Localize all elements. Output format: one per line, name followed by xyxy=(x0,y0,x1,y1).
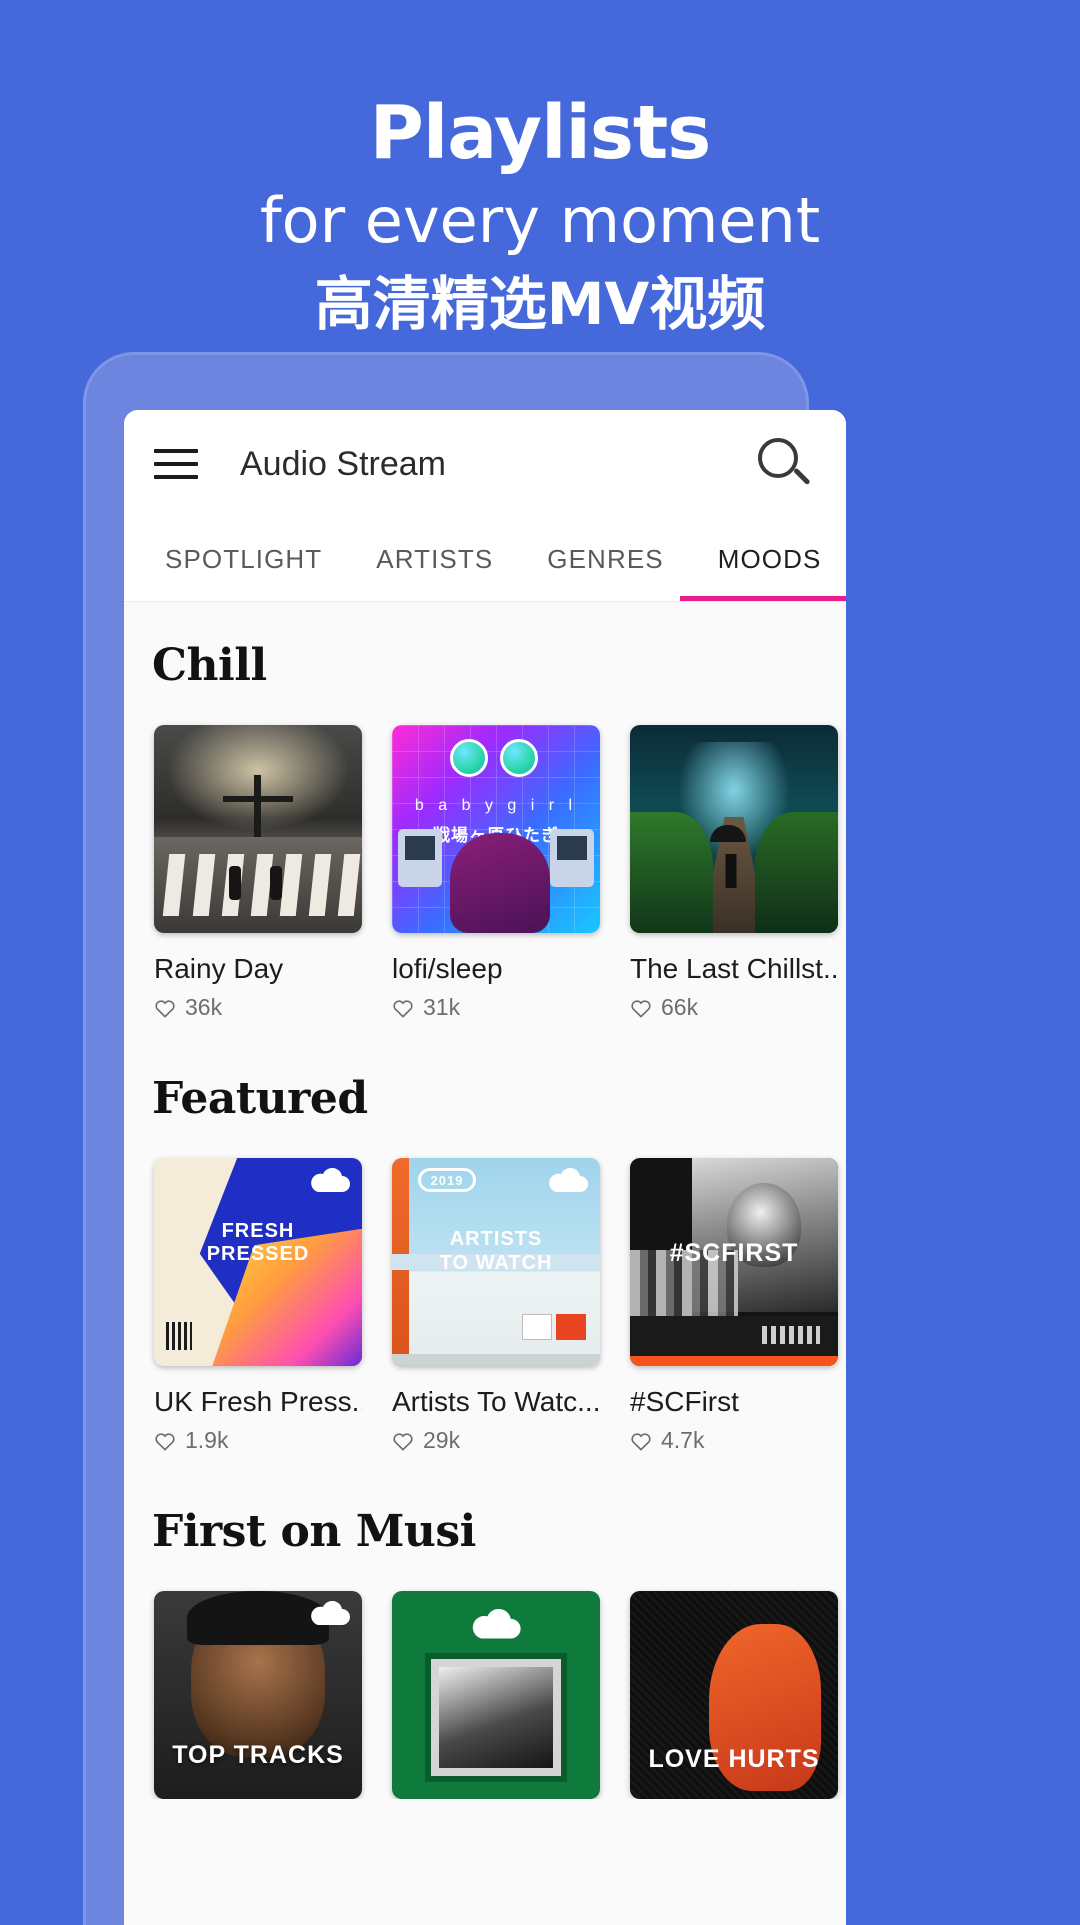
playlist-card[interactable]: TOP TRACKS xyxy=(154,1591,362,1799)
tab-bar: SPOTLIGHT ARTISTS GENRES MOODS xyxy=(124,518,846,602)
playlist-card[interactable]: FRESH PRESSED UK Fresh Press... 1.9k xyxy=(154,1158,362,1454)
playlist-card[interactable]: b a b y g i r l 戦場ヶ原ひたぎ lofi/sleep 31k xyxy=(392,725,600,1021)
playlist-likes: 1.9k xyxy=(154,1427,362,1454)
app-bar: Audio Stream xyxy=(124,410,846,518)
artwork-overlay-text: LOVE HURTS xyxy=(648,1745,820,1774)
content-scroll[interactable]: Chill Rainy Day 36k b a b y g i r l lofi… xyxy=(124,602,846,1799)
playlist-title: UK Fresh Press... xyxy=(154,1386,362,1417)
playlist-title: The Last Chillst... xyxy=(630,953,838,984)
card-row[interactable]: Rainy Day 36k b a b y g i r l lofi/sleep… xyxy=(124,691,846,1021)
tab-artists[interactable]: ARTISTS xyxy=(349,544,520,575)
artwork-overlay-text: ARTISTS TO WATCH xyxy=(439,1227,553,1274)
playlist-card[interactable]: LOVE HURTS xyxy=(630,1591,838,1799)
likes-count: 66k xyxy=(661,994,699,1020)
heart-icon xyxy=(155,1432,175,1451)
playlist-title: Artists To Watc... xyxy=(392,1386,600,1417)
likes-count: 31k xyxy=(423,994,461,1020)
promo-header: Playlists for every moment 高清精选MV视频 xyxy=(0,0,1080,339)
tab-moods[interactable]: MOODS xyxy=(691,544,846,575)
playlist-card[interactable] xyxy=(392,1591,600,1799)
search-icon[interactable] xyxy=(756,436,812,492)
section-title: First on Musi xyxy=(152,1506,476,1557)
tab-genres[interactable]: GENRES xyxy=(520,544,690,575)
playlist-artwork[interactable] xyxy=(154,725,362,933)
playlist-likes: 66k xyxy=(630,994,838,1021)
heart-icon xyxy=(155,999,175,1018)
playlist-artwork[interactable] xyxy=(392,1591,600,1799)
artwork-overlay-text: FRESH PRESSED xyxy=(206,1220,310,1266)
section-first-on-musi: First on Musi TOP TRACKS LOVE HURTS xyxy=(124,1454,846,1799)
likes-count: 36k xyxy=(185,994,223,1020)
card-row[interactable]: TOP TRACKS LOVE HURTS xyxy=(124,1557,846,1799)
playlist-artwork[interactable]: #SCFIRST xyxy=(630,1158,838,1366)
likes-count: 1.9k xyxy=(185,1427,229,1453)
soundcloud-cloud-icon xyxy=(549,1168,588,1192)
hamburger-menu-icon[interactable] xyxy=(154,449,198,479)
playlist-likes: 29k xyxy=(392,1427,600,1454)
playlist-artwork[interactable]: 2019 ARTISTS TO WATCH xyxy=(392,1158,600,1366)
playlist-title: lofi/sleep xyxy=(392,953,503,984)
app-title: Audio Stream xyxy=(240,444,446,483)
section-featured: Featured FRESH PRESSED UK Fresh Press...… xyxy=(124,1021,846,1454)
phone-mockup: Audio Stream SPOTLIGHT ARTISTS GENRES MO… xyxy=(86,355,846,1925)
playlist-artwork[interactable]: TOP TRACKS xyxy=(154,1591,362,1799)
heart-icon xyxy=(631,1432,651,1451)
playlist-artwork[interactable]: b a b y g i r l 戦場ヶ原ひたぎ xyxy=(392,725,600,933)
playlist-card[interactable]: #SCFIRST #SCFirst 4.7k xyxy=(630,1158,838,1454)
playlist-title: #SCFirst xyxy=(630,1386,739,1417)
playlist-card[interactable]: The Last Chillst... 66k xyxy=(630,725,838,1021)
heart-icon xyxy=(393,1432,413,1451)
soundcloud-cloud-icon xyxy=(311,1168,350,1192)
promo-title-line1: Playlists xyxy=(369,90,712,176)
playlist-card[interactable]: 2019 ARTISTSTO WATCH Artists To Watc... xyxy=(392,1158,600,1454)
promo-title-line2: for every moment xyxy=(259,184,821,257)
soundcloud-cloud-icon xyxy=(311,1601,350,1625)
section-title: Featured xyxy=(152,1073,368,1124)
playlist-likes: 4.7k xyxy=(630,1427,838,1454)
section-chill: Chill Rainy Day 36k b a b y g i r l lofi… xyxy=(124,602,846,1021)
likes-count: 29k xyxy=(423,1427,461,1453)
active-tab-indicator xyxy=(680,596,846,601)
artwork-overlay-text: #SCFIRST xyxy=(669,1239,799,1268)
playlist-artwork[interactable]: FRESH PRESSED xyxy=(154,1158,362,1366)
playlist-artwork[interactable] xyxy=(630,725,838,933)
artwork-overlay-text: TOP TRACKS xyxy=(172,1740,344,1769)
promo-title-line3: 高清精选MV视频 xyxy=(314,269,766,338)
playlist-artwork[interactable]: LOVE HURTS xyxy=(630,1591,838,1799)
soundcloud-cloud-icon xyxy=(472,1609,521,1639)
artwork-year-badge: 2019 xyxy=(418,1168,476,1192)
likes-count: 4.7k xyxy=(661,1427,705,1453)
phone-screen: Audio Stream SPOTLIGHT ARTISTS GENRES MO… xyxy=(124,410,846,1925)
heart-icon xyxy=(631,999,651,1018)
playlist-likes: 31k xyxy=(392,994,600,1021)
tab-spotlight[interactable]: SPOTLIGHT xyxy=(138,544,349,575)
card-row[interactable]: FRESH PRESSED UK Fresh Press... 1.9k 201… xyxy=(124,1124,846,1454)
playlist-card[interactable]: Rainy Day 36k xyxy=(154,725,362,1021)
playlist-title: Rainy Day xyxy=(154,953,284,984)
playlist-likes: 36k xyxy=(154,994,362,1021)
heart-icon xyxy=(393,999,413,1018)
section-title: Chill xyxy=(152,640,267,691)
artwork-overlay-text: b a b y g i r l xyxy=(414,797,578,814)
